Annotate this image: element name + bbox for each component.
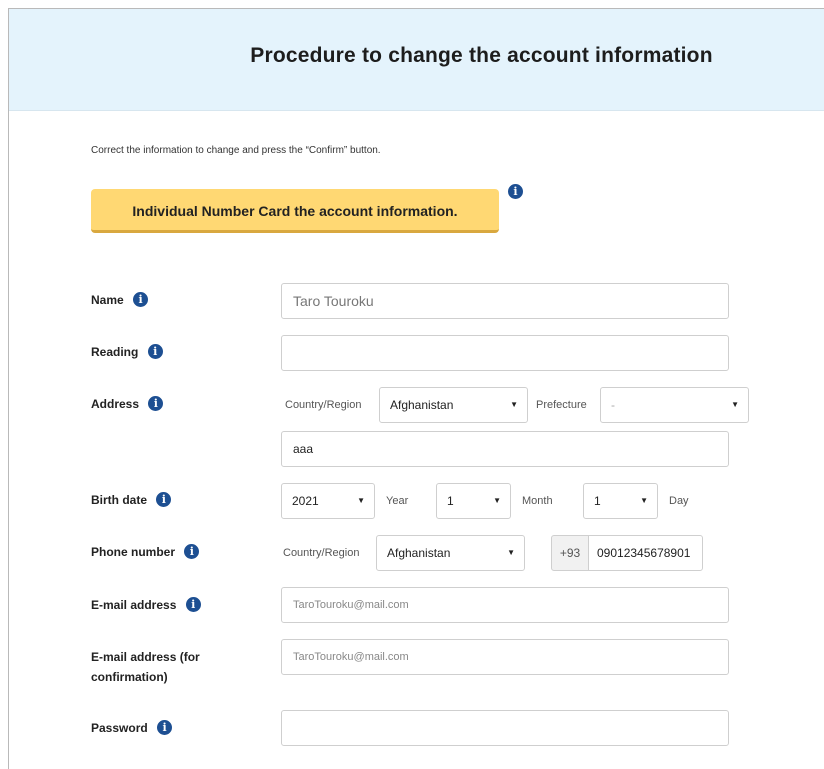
password-label-text: Password	[91, 721, 148, 735]
phone-country-value: Afghanistan	[387, 546, 451, 560]
prefecture-value: -	[611, 398, 615, 412]
address-country-value: Afghanistan	[390, 398, 454, 412]
info-icon[interactable]: i	[147, 344, 163, 360]
phone-country-label: Country/Region	[283, 547, 360, 559]
email-confirm-label: E-mail address (for confirmation)	[91, 650, 200, 684]
info-icon[interactable]: i	[185, 597, 201, 613]
birth-day-select[interactable]: 1 ▼	[583, 483, 658, 519]
email-label-text: E-mail address	[91, 598, 177, 612]
address-label-text: Address	[91, 397, 140, 411]
birth-month-value: 1	[447, 494, 454, 508]
address-country-label: Country/Region	[285, 399, 362, 411]
prefecture-select[interactable]: - ▼	[600, 387, 749, 423]
caret-down-icon: ▼	[357, 496, 365, 505]
day-label: Day	[669, 495, 689, 507]
info-icon[interactable]: i	[157, 720, 173, 736]
month-label: Month	[522, 495, 553, 507]
caret-down-icon: ▼	[640, 496, 648, 505]
phone-country-code: +93	[551, 535, 589, 571]
password-label: Password i	[91, 718, 173, 738]
birth-month-select[interactable]: 1 ▼	[436, 483, 511, 519]
info-icon[interactable]: i	[133, 292, 149, 308]
phone-label-text: Phone number	[91, 545, 176, 559]
info-icon[interactable]: i	[156, 492, 172, 508]
info-icon[interactable]: i	[148, 396, 164, 412]
reading-label: Reading i	[91, 342, 163, 362]
page-header: Procedure to change the account informat…	[9, 9, 824, 111]
address-country-select[interactable]: Afghanistan ▼	[379, 387, 528, 423]
name-input[interactable]: Taro Touroku	[281, 283, 729, 319]
caret-down-icon: ▼	[493, 496, 501, 505]
caret-down-icon: ▼	[731, 400, 739, 409]
email-confirm-input[interactable]: TaroTouroku@mail.com	[281, 639, 729, 675]
prefecture-label: Prefecture	[536, 399, 587, 411]
my-number-card-button[interactable]: Individual Number Card the account infor…	[91, 189, 499, 233]
email-label: E-mail address i	[91, 595, 201, 615]
instruction-text: Correct the information to change and pr…	[91, 145, 381, 156]
password-input[interactable]	[281, 710, 729, 746]
my-number-card-button-label: Individual Number Card the account infor…	[132, 203, 458, 219]
caret-down-icon: ▼	[507, 548, 515, 557]
birth-date-label: Birth date i	[91, 490, 172, 510]
year-label: Year	[386, 495, 409, 507]
address-label: Address i	[91, 394, 164, 414]
caret-down-icon: ▼	[510, 400, 518, 409]
birth-day-value: 1	[594, 494, 601, 508]
address-detail-input[interactable]: aaa	[281, 431, 729, 467]
birth-date-label-text: Birth date	[91, 493, 148, 507]
name-label-text: Name	[91, 293, 124, 307]
birth-year-value: 2021	[292, 494, 319, 508]
reading-input[interactable]	[281, 335, 729, 371]
page-title: Procedure to change the account informat…	[250, 44, 713, 67]
info-icon[interactable]: i	[508, 184, 523, 199]
email-input[interactable]: TaroTouroku@mail.com	[281, 587, 729, 623]
birth-year-select[interactable]: 2021 ▼	[281, 483, 375, 519]
phone-label: Phone number i	[91, 542, 200, 562]
phone-input[interactable]: 09012345678901	[588, 535, 703, 571]
reading-label-text: Reading	[91, 345, 139, 359]
phone-country-select[interactable]: Afghanistan ▼	[376, 535, 525, 571]
info-icon[interactable]: i	[184, 544, 200, 560]
name-label: Name i	[91, 290, 149, 310]
